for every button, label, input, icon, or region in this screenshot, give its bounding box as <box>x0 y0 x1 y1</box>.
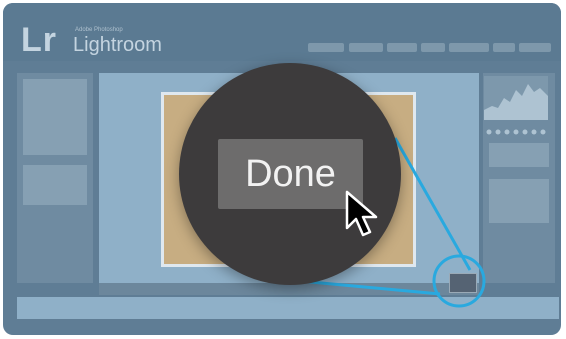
done-button[interactable]: Done <box>218 139 363 209</box>
arrow-cursor-icon <box>345 190 378 237</box>
callout-circle <box>432 254 486 308</box>
